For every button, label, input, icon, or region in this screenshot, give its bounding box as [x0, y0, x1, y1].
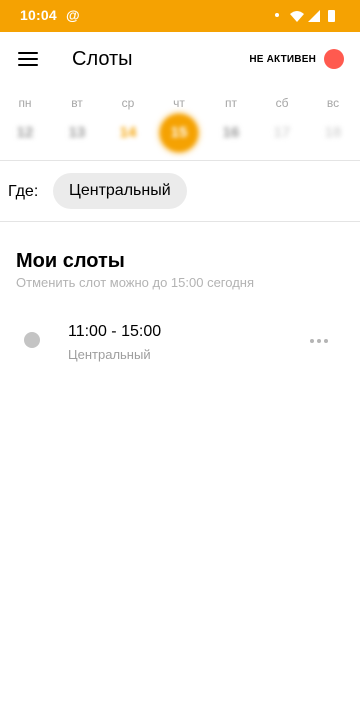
system-status-icons: [290, 10, 335, 22]
slot-status-dot: [24, 332, 40, 348]
day-name: чт: [173, 96, 185, 110]
slot-time: 11:00 - 15:00: [68, 323, 162, 340]
day-name: вт: [71, 96, 83, 110]
day-monday[interactable]: пн 12: [0, 94, 50, 144]
day-name: сб: [275, 96, 289, 110]
day-number: 15: [160, 114, 198, 152]
more-options-icon[interactable]: [310, 339, 328, 343]
day-friday[interactable]: пт 16: [206, 94, 256, 144]
section-subtitle: Отменить слот можно до 15:00 сегодня: [16, 275, 254, 290]
day-saturday[interactable]: сб 17: [257, 94, 307, 144]
week-day-selector: пн 12 вт 13 ср 14 чт 15 пт 16 сб 17 вс 1…: [0, 94, 360, 160]
divider: [0, 160, 360, 161]
day-number: 17: [273, 124, 291, 141]
day-name: вс: [326, 96, 340, 110]
battery-icon: [328, 10, 335, 22]
day-name: пн: [18, 96, 32, 110]
day-sunday[interactable]: вс 18: [308, 94, 358, 144]
status-time: 10:04: [20, 7, 57, 23]
wifi-icon: [290, 11, 304, 22]
day-name: пт: [225, 96, 237, 110]
page-title: Слоты: [72, 48, 133, 70]
day-wednesday[interactable]: ср 14: [103, 94, 153, 144]
slot-place: Центральный: [68, 347, 151, 362]
day-name: ср: [121, 96, 135, 110]
day-number: 16: [222, 124, 240, 141]
section-title: Мои слоты: [16, 250, 125, 272]
signal-icon: [308, 10, 320, 22]
divider: [0, 221, 360, 222]
day-tuesday[interactable]: вт 13: [52, 94, 102, 144]
at-sign-icon: @: [66, 7, 80, 23]
day-number: 12: [16, 124, 34, 141]
place-chip[interactable]: Центральный: [53, 173, 187, 209]
day-number: 13: [68, 124, 86, 141]
day-number: 14: [119, 124, 137, 141]
status-label[interactable]: НЕ АКТИВЕН: [249, 54, 316, 65]
status-bar: 10:04 @: [0, 0, 360, 32]
day-thursday[interactable]: чт 15: [154, 94, 204, 152]
slot-list-item[interactable]: 11:00 - 15:00 Центральный: [0, 312, 360, 372]
app-bar: Слоты НЕ АКТИВЕН: [0, 32, 360, 88]
dot-icon: [275, 13, 279, 17]
hamburger-menu-icon[interactable]: [18, 52, 38, 68]
status-indicator-dot[interactable]: [324, 49, 344, 69]
where-label: Где:: [8, 183, 39, 200]
day-number: 18: [324, 124, 342, 141]
